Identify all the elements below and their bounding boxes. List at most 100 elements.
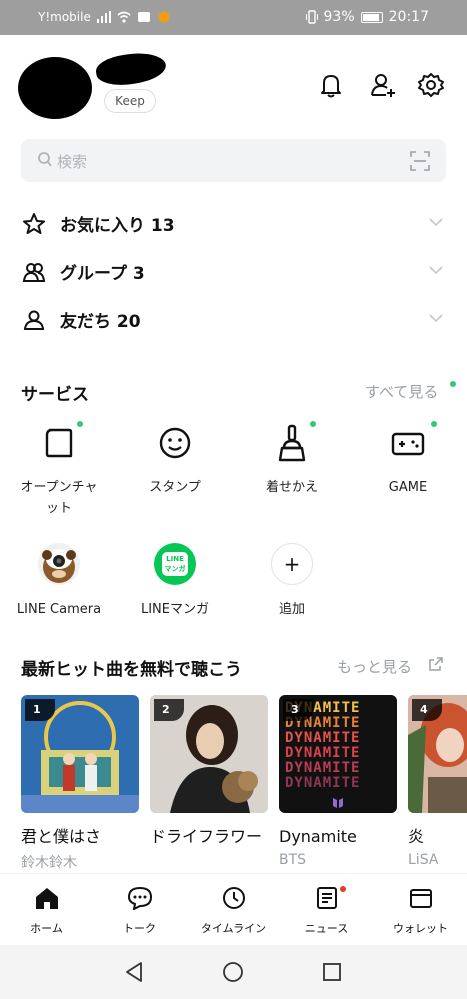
- profile-avatar[interactable]: [18, 57, 92, 119]
- manga-logo-line1: LINE: [166, 555, 184, 563]
- keep-button[interactable]: Keep: [104, 89, 156, 113]
- service-open-chat[interactable]: オープンチャット: [9, 421, 109, 519]
- group-icon: [22, 263, 46, 282]
- favorites-row[interactable]: お気に入り 13: [22, 209, 446, 239]
- signal-icon: [96, 11, 111, 23]
- service-line-camera[interactable]: LINE Camera: [9, 543, 109, 620]
- back-triangle-icon[interactable]: [123, 961, 145, 983]
- star-icon: [23, 213, 45, 234]
- search-placeholder: 検索: [57, 153, 88, 171]
- song-title: 炎: [408, 827, 425, 846]
- nav-label: ホーム: [30, 922, 63, 935]
- news-icon: [316, 887, 337, 909]
- friends-row[interactable]: 友だち 20: [22, 305, 446, 335]
- nav-label: ウォレット: [393, 922, 448, 935]
- qr-scan-icon[interactable]: [410, 151, 430, 171]
- status-right: 93% 20:17: [305, 9, 429, 25]
- song-title: Dynamite: [279, 827, 357, 846]
- home-icon: [35, 888, 58, 909]
- manga-logo-line2: マンガ: [164, 565, 186, 573]
- add-friend-icon[interactable]: [368, 70, 398, 100]
- chevron-down-icon: [429, 314, 443, 323]
- nav-label: タイムライン: [200, 922, 267, 935]
- wallet-icon: [409, 889, 432, 908]
- profile-name-redacted: [94, 49, 168, 89]
- line-manga-icon: LINE マンガ: [154, 543, 196, 585]
- nav-news[interactable]: ニュース: [280, 886, 373, 936]
- status-left: Y!mobile: [38, 10, 171, 24]
- news-notification-dot: [340, 886, 346, 892]
- nav-timeline[interactable]: タイムライン: [187, 886, 280, 936]
- open-chat-icon: [45, 428, 73, 458]
- search-icon: [38, 152, 52, 167]
- rank-badge: 1: [25, 699, 55, 721]
- service-add[interactable]: + 追加: [242, 543, 342, 620]
- dynamite-line: DYNAMITE: [285, 775, 361, 791]
- carrier-label: Y!mobile: [38, 10, 91, 24]
- notification-icon: [137, 12, 150, 22]
- service-label: GAME: [388, 480, 428, 495]
- nav-wallet[interactable]: ウォレット: [374, 886, 467, 936]
- music-more-link[interactable]: もっと見る: [337, 656, 412, 677]
- dynamite-line: DYNAMITE: [285, 760, 361, 776]
- song-artist: 鈴木鈴木: [21, 855, 77, 871]
- service-label: LINE Camera: [16, 602, 102, 617]
- person-icon: [23, 310, 45, 330]
- music-card[interactable]: 4 炎 LiSA: [408, 695, 467, 868]
- chevron-down-icon: [429, 266, 443, 275]
- service-game[interactable]: GAME: [358, 421, 458, 498]
- album-art: 1: [21, 695, 139, 813]
- battery-percent: 93%: [323, 9, 355, 25]
- new-indicator-dot: [310, 421, 316, 427]
- bottom-nav: ホーム トーク タイムライン ニュース ウォレット: [0, 873, 467, 945]
- groups-label: グループ 3: [60, 264, 145, 284]
- nav-talk[interactable]: トーク: [93, 886, 186, 936]
- line-camera-icon: [38, 543, 80, 585]
- service-themes[interactable]: 着せかえ: [242, 421, 342, 498]
- music-card[interactable]: 2 ドライフラワー: [150, 695, 268, 852]
- friends-label: 友だち 20: [60, 312, 141, 332]
- search-bar[interactable]: 検索: [21, 139, 446, 182]
- service-label: オープンチャット: [20, 480, 98, 516]
- service-label: 着せかえ: [265, 480, 318, 495]
- service-label: LINEマンガ: [140, 602, 209, 617]
- chevron-down-icon: [429, 218, 443, 227]
- service-label: 追加: [278, 602, 305, 617]
- song-title: 君と僕はさ: [21, 827, 102, 846]
- wifi-icon: [117, 11, 131, 23]
- plus-symbol: +: [283, 552, 301, 576]
- status-bar: Y!mobile 93% 20:17: [0, 0, 467, 35]
- sticker-smile-icon: [159, 427, 191, 459]
- dynamite-line: DYNAMITE: [285, 745, 361, 761]
- gear-icon[interactable]: [416, 70, 446, 100]
- chat-bubble-icon: [127, 886, 152, 911]
- music-title: 最新ヒット曲を無料で聴こう: [21, 660, 242, 680]
- clock-time: 20:17: [388, 9, 429, 25]
- external-link-icon[interactable]: [428, 656, 444, 672]
- gamepad-icon: [391, 432, 425, 456]
- nav-label: ニュース: [304, 922, 349, 935]
- rank-badge: 3: [283, 699, 313, 721]
- battery-icon: [360, 11, 383, 23]
- vibrate-icon: [305, 10, 318, 24]
- services-see-all-link[interactable]: すべて見る: [365, 381, 438, 402]
- bell-icon[interactable]: [316, 70, 346, 100]
- favorites-label: お気に入り 13: [60, 216, 175, 236]
- song-artist: BTS: [279, 852, 307, 868]
- new-indicator-dot: [431, 421, 437, 427]
- brush-theme-icon: [278, 424, 306, 462]
- service-line-manga[interactable]: LINE マンガ LINEマンガ: [125, 543, 225, 620]
- bts-logo-icon: [333, 798, 343, 808]
- music-card[interactable]: 1 君と僕はさ 鈴木鈴木: [21, 695, 139, 872]
- nav-label: トーク: [123, 922, 156, 935]
- new-indicator-dot: [77, 421, 83, 427]
- recents-square-icon[interactable]: [322, 962, 342, 982]
- groups-row[interactable]: グループ 3: [22, 257, 446, 287]
- system-nav-bar: [0, 945, 467, 999]
- service-stickers[interactable]: スタンプ: [125, 423, 225, 498]
- album-art: DYNAMITE DYNAMITE DYNAMITE DYNAMITE DYNA…: [279, 695, 397, 813]
- music-card[interactable]: DYNAMITE DYNAMITE DYNAMITE DYNAMITE DYNA…: [279, 695, 397, 868]
- song-title: ドライフラワー: [150, 827, 263, 846]
- nav-home[interactable]: ホーム: [0, 886, 93, 936]
- home-circle-icon[interactable]: [222, 961, 244, 983]
